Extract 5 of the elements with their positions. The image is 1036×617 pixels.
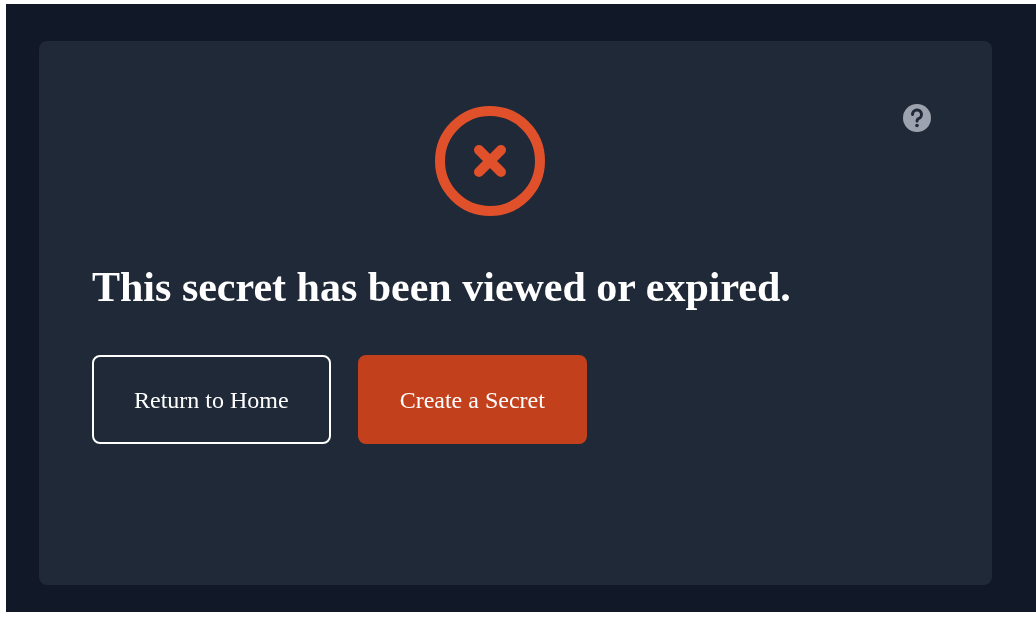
- help-icon: [902, 103, 932, 133]
- heading: This secret has been viewed or expired.: [92, 263, 792, 312]
- create-button[interactable]: Create a Secret: [357, 355, 587, 444]
- return-button[interactable]: Return to Home: [92, 355, 331, 444]
- error-icon: [434, 105, 546, 217]
